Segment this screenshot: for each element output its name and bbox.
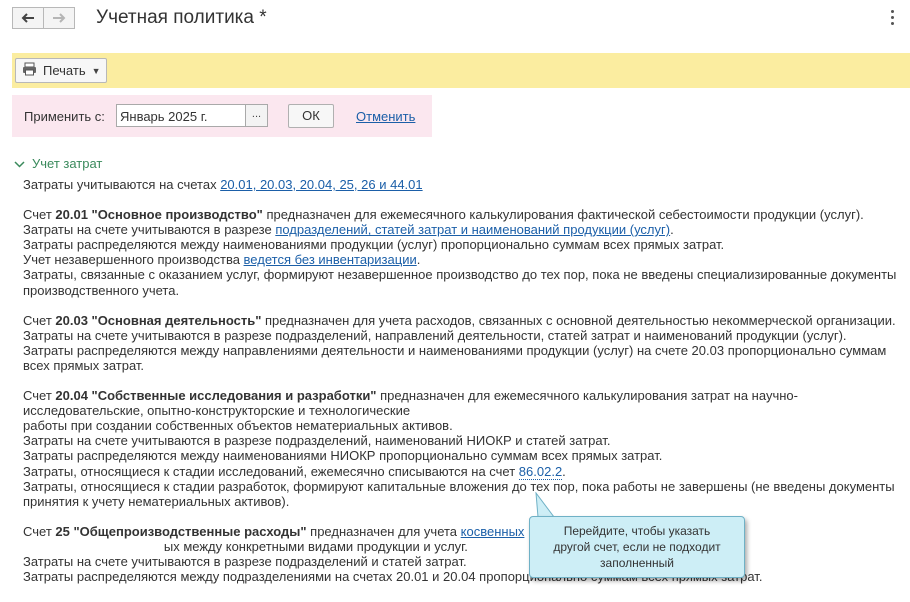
intro-line: Затраты учитываются на счетах 20.01, 20.… [23,177,423,192]
ok-button[interactable]: ОК [288,104,334,128]
account-2004-heading-cont: исследовательские, опытно-конструкторски… [23,403,411,419]
navigation-buttons [12,7,75,31]
accounts-link[interactable]: 20.01, 20.03, 20.04, 25, 26 и 44.01 [220,177,422,192]
account-25-heading: Счет 25 "Общепроизводственные расходы" п… [23,523,525,554]
account-2003-heading: Счет 20.03 "Основная деятельность" предн… [23,312,896,328]
tooltip-pointer [535,492,555,518]
arrow-left-icon [21,13,35,23]
command-bar: Печать ▼ [12,53,910,88]
tooltip-line-1: Перейдите, чтобы указать [563,524,711,538]
tooltip-line-3: заполненный [600,556,674,570]
apply-date-panel: Применить с: Январь 2025 г. ... ОК Отмен… [12,95,432,137]
account-2004-research: Затраты, относящиеся к стадии исследован… [23,463,566,480]
account-hint-tooltip: Перейдите, чтобы указать другой счет, ес… [529,516,745,578]
print-label: Печать [43,63,86,78]
chevron-down-icon [14,156,32,171]
account-2001-wip: Учет незавершенного производства ведется… [23,252,421,268]
arrow-right-icon [52,13,66,23]
date-picker-button[interactable]: ... [245,104,268,127]
account-2003-distribution: Затраты распределяются между направления… [23,342,887,373]
more-vertical-icon [890,10,894,13]
cost-accounting-content: Затраты учитываются на счетах 20.01, 20.… [23,177,908,584]
account-2001-distribution: Затраты распределяются между наименовани… [23,237,725,253]
account-2004-distribution: Затраты распределяются между наименовани… [23,448,663,464]
account-2001-heading: Счет 20.01 "Основное производство" предн… [23,207,864,223]
chevron-down-icon: ▼ [91,65,101,76]
more-menu-button[interactable] [890,10,894,25]
apply-date-field[interactable]: Январь 2025 г. [116,104,246,127]
wip-inventory-link[interactable]: ведется без инвентаризации [244,252,417,267]
tooltip-line-2: другой счет, если не подходит [553,540,721,554]
account-25-distribution: Затраты распределяются между подразделен… [23,569,763,585]
account-2004-heading: Счет 20.04 "Собственные исследования и р… [23,388,798,404]
account-2001-services: Затраты, связанные с оказанием услуг, фо… [23,267,897,298]
cancel-link[interactable]: Отменить [356,109,415,124]
printer-icon [22,62,37,79]
analytics-link[interactable]: подразделений, статей затрат и наименова… [275,222,670,237]
cost-accounting-group-toggle[interactable]: Учет затрат [14,156,102,171]
account-25-analytics: Затраты на счете учитываются в разрезе п… [23,553,467,569]
account-2003-analytics: Затраты на счете учитываются в разрезе п… [23,327,847,343]
account-86022-link[interactable]: 86.02.2 [518,463,563,480]
group-title: Учет затрат [32,156,103,171]
account-2004-analytics: Затраты на счете учитываются в разрезе п… [23,433,611,449]
apply-from-label: Применить с: [24,109,105,124]
account-2004-development: Затраты, относящиеся к стадии разработок… [23,478,895,509]
indirect-costs-link[interactable]: косвенных [461,524,525,539]
account-2001-analytics: Затраты на счете учитываются в разрезе п… [23,222,674,238]
page-title: Учетная политика * [96,7,267,28]
print-button[interactable]: Печать ▼ [15,58,107,83]
account-2004-heading-cont2: работы при создании собственных объектов… [23,418,453,434]
forward-button[interactable] [43,7,75,29]
back-button[interactable] [12,7,44,29]
